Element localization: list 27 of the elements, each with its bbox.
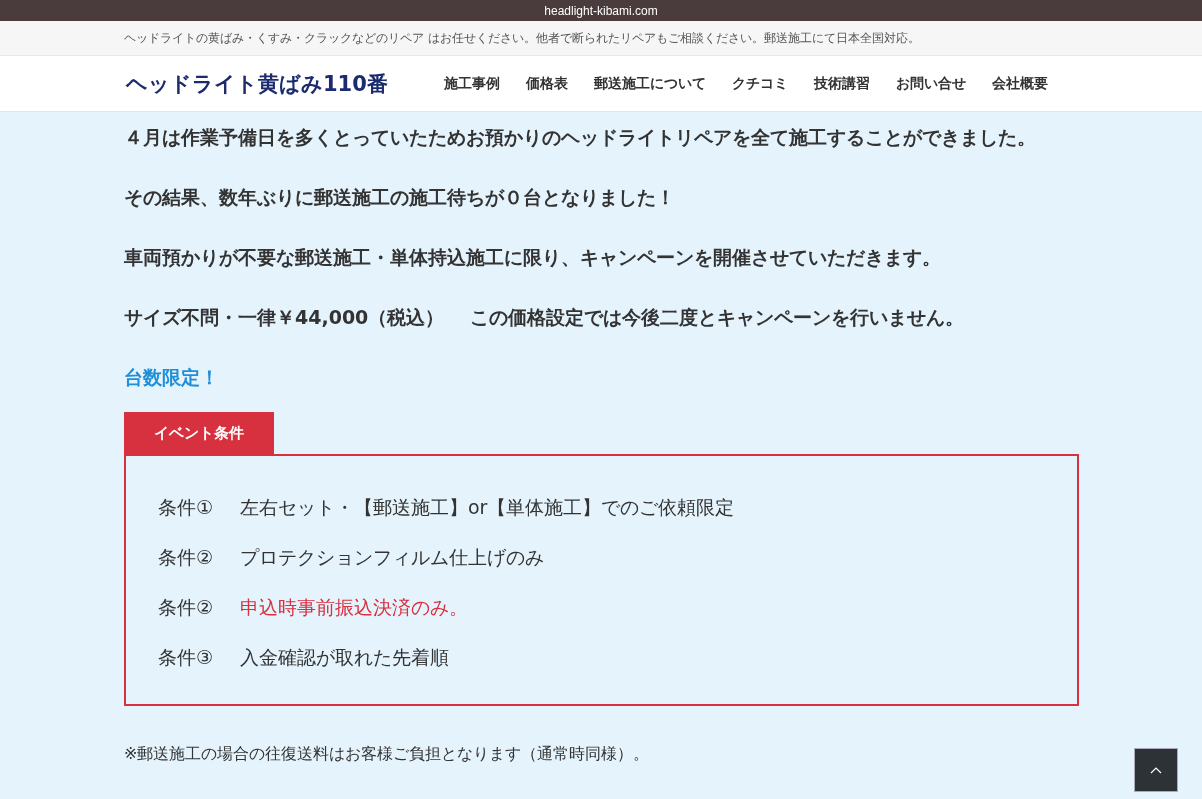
event-tab-label: イベント条件 <box>124 412 274 454</box>
condition-label: 条件③ <box>158 645 215 670</box>
condition-label: 条件① <box>158 495 215 520</box>
nav-link[interactable]: 価格表 <box>525 74 568 93</box>
paragraph: ４月は作業予備日を多くとっていたためお預かりのヘッドライトリペアを全て施工することができました。 <box>124 125 1037 150</box>
nav-link[interactable]: 郵送施工について <box>593 74 706 93</box>
paragraph: 台数限定！ <box>124 365 220 390</box>
nav-link[interactable]: 会社概要 <box>991 74 1048 93</box>
condition-text: 申込時事前振込決済のみ。 <box>240 595 468 620</box>
nav-link[interactable]: 施工事例 <box>443 74 500 93</box>
nav-link[interactable]: お問い合せ <box>895 74 966 93</box>
nav-link[interactable]: クチコミ <box>731 74 788 93</box>
condition-text: プロテクションフィルム仕上げのみ <box>240 545 544 570</box>
condition-text: 左右セット・【郵送施工】or【単体施工】でのご依頼限定 <box>240 495 735 520</box>
back-to-top-button[interactable] <box>1134 748 1178 792</box>
site-logo[interactable]: ヘッドライト黄ばみ110番 <box>126 69 388 98</box>
nav-link[interactable]: 技術講習 <box>813 74 870 93</box>
condition-label: 条件② <box>158 595 215 620</box>
condition-label: 条件② <box>158 545 215 570</box>
url-text: headlight-kibami.com <box>544 3 658 18</box>
note-text: ※郵送施工の場合の往復送料はお客様ご負担となります（通常時同様）。 <box>124 744 651 765</box>
condition-text: 入金確認が取れた先着順 <box>240 645 449 670</box>
paragraph: その結果、数年ぶりに郵送施工の施工待ちが０台となりました！ <box>124 185 676 210</box>
paragraph: 車両預かりが不要な郵送施工・単体持込施工に限り、キャンペーンを開催させていただきます。 <box>124 245 942 270</box>
paragraph: サイズ不問・一律￥44,000（税込） この価格設定では今後二度とキャンペーンを行いません。 <box>124 305 965 330</box>
chevron-up-icon <box>1150 766 1162 774</box>
tagline-text: ヘッドライトの黄ばみ・くすみ・クラックなどのリペア はお任せください。他者で断られたリペアもご相談ください。郵送施工にて日本全国対応。 <box>124 29 920 47</box>
